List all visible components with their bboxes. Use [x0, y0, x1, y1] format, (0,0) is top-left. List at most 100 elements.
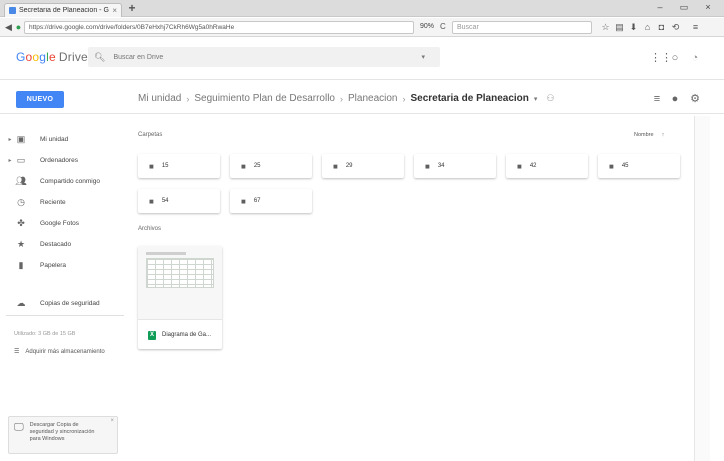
sync-icon[interactable]: ⟲ — [670, 22, 681, 33]
chevron-right-icon: › — [402, 93, 406, 104]
sidebar-item-label: Ordenadores — [40, 156, 78, 164]
google-drive-logo[interactable]: Google Drive — [16, 50, 88, 64]
search-input[interactable] — [113, 53, 414, 61]
folder-name: 15 — [161, 163, 169, 169]
sidebar-item-photos[interactable]: ✤ Google Fotos — [6, 216, 126, 230]
secure-lock-icon: ● — [15, 22, 22, 32]
recent-icon: ◷ — [17, 197, 25, 207]
notifications-icon[interactable]: ○ — [668, 52, 682, 64]
folder-name: 54 — [161, 198, 169, 204]
download-icon[interactable]: ⬇ — [628, 22, 639, 33]
tab-close-icon[interactable]: × — [112, 6, 117, 15]
folder-item[interactable]: ■ 29 — [322, 154, 404, 178]
folder-icon: ■ — [149, 161, 154, 171]
sidebar-item-label: Compartido conmigo — [40, 177, 100, 185]
photos-icon: ✤ — [17, 218, 25, 228]
folder-item[interactable]: ■ 54 — [138, 189, 220, 213]
folder-item[interactable]: ■ 25 — [230, 154, 312, 178]
sidebar-item-label: Mi unidad — [40, 135, 69, 143]
menu-icon[interactable]: ≡ — [690, 22, 701, 33]
sidebar-item-shared[interactable]: 👥︎ Compartido conmigo — [6, 174, 126, 188]
sort-arrow-icon[interactable]: ↑ — [662, 132, 665, 138]
folder-item[interactable]: ■ 34 — [414, 154, 496, 178]
search-options-icon[interactable]: ▾ — [421, 53, 425, 61]
star-icon[interactable]: ☆ — [600, 22, 611, 33]
shared-icon: 👥︎ — [15, 176, 27, 186]
backup-sync-promo[interactable]: 🖵 Descargar Copia de seguridad y sincron… — [8, 416, 118, 454]
shared-folder-icon: ⚇ — [546, 93, 555, 103]
breadcrumb-item[interactable]: Mi unidad — [138, 93, 181, 104]
drive-icon: ▣ — [16, 134, 26, 144]
sidebar: ▸ ▣ Mi unidad ▸ ▭ Ordenadores 👥︎ Compart… — [0, 116, 128, 461]
breadcrumb: Mi unidad › Seguimiento Plan de Desarrol… — [138, 93, 554, 104]
url-bar[interactable]: https://drive.google.com/drive/folders/0… — [24, 21, 414, 34]
promo-text: Descargar Copia de seguridad y sincroniz… — [29, 422, 95, 442]
minimize-icon[interactable]: – — [652, 2, 668, 12]
folder-icon: ■ — [333, 161, 338, 171]
file-thumbnail — [138, 246, 222, 320]
chevron-right-icon: › — [186, 93, 190, 104]
storage-icon: ☰ — [14, 349, 20, 355]
drive-toolbar: NUEVO Mi unidad › Seguimiento Plan de De… — [0, 86, 724, 114]
file-footer: X Diagrama de Ga... — [138, 322, 222, 348]
file-name: Diagrama de Ga... — [162, 332, 212, 338]
drive-search-box[interactable]: 🔍︎ ▾ — [88, 47, 440, 67]
sidebar-item-recent[interactable]: ◷ Reciente — [6, 195, 126, 209]
folder-icon: ■ — [425, 161, 430, 171]
sort-control[interactable]: Nombre ↑ — [634, 132, 664, 138]
folder-item[interactable]: ■ 67 — [230, 189, 312, 213]
sidebar-item-computers[interactable]: ▸ ▭ Ordenadores — [6, 153, 126, 167]
breadcrumb-item[interactable]: Seguimiento Plan de Desarrollo — [194, 93, 335, 104]
backup-icon: ☁ — [16, 298, 26, 308]
new-button[interactable]: NUEVO — [16, 91, 64, 108]
sidebar-item-backups[interactable]: ☁ Copias de seguridad — [6, 296, 126, 310]
sidebar-item-trash[interactable]: ▮ Papelera — [6, 258, 126, 272]
expand-icon[interactable]: ▸ — [6, 136, 14, 143]
starred-icon: ★ — [16, 239, 26, 249]
breadcrumb-item[interactable]: Planeacion — [348, 93, 397, 104]
apps-icon[interactable]: ⋮⋮ — [650, 52, 672, 64]
browser-tab[interactable]: Secretaria de Planeacion - G × — [4, 3, 122, 17]
expand-icon[interactable]: ▸ — [6, 157, 14, 164]
chevron-down-icon[interactable]: ▾ — [534, 95, 538, 103]
upgrade-storage-link[interactable]: ☰ Adquirir más almacenamiento — [14, 348, 105, 356]
sidebar-item-starred[interactable]: ★ Destacado — [6, 237, 126, 251]
info-icon[interactable]: ● — [668, 93, 682, 105]
list-view-icon[interactable]: ≡ — [650, 93, 664, 105]
settings-icon[interactable]: ⚙ — [688, 93, 702, 105]
search-icon[interactable]: 🔍︎ — [94, 52, 105, 63]
pocket-icon[interactable]: ◘ — [656, 22, 667, 33]
breadcrumb-current[interactable]: Secretaria de Planeacion — [410, 93, 528, 104]
folder-item[interactable]: ■ 45 — [598, 154, 680, 178]
folder-item[interactable]: ■ 42 — [506, 154, 588, 178]
folder-name: 67 — [253, 198, 261, 204]
folder-name: 42 — [529, 163, 537, 169]
computer-icon: 🖵 — [14, 422, 24, 433]
main-content: Carpetas Nombre ↑ ■ 15 ■ 25 ■ 29 ■ 34 ■ … — [134, 116, 694, 461]
maximize-icon[interactable]: ▭ — [676, 2, 692, 13]
home-icon[interactable]: ⌂ — [642, 22, 653, 33]
trash-icon: ▮ — [18, 260, 24, 270]
sort-label: Nombre — [634, 132, 654, 138]
close-icon[interactable]: × — [110, 418, 114, 424]
sidebar-item-label: Reciente — [40, 198, 66, 206]
folder-icon: ■ — [609, 161, 614, 171]
close-window-icon[interactable]: × — [700, 2, 716, 12]
storage-usage: Utilizado: 3 GB de 15 GB — [14, 331, 76, 337]
folder-icon: ■ — [241, 161, 246, 171]
folder-name: 45 — [621, 163, 629, 169]
account-icon[interactable]: ◔ — [688, 52, 702, 64]
sidebar-item-my-drive[interactable]: ▸ ▣ Mi unidad — [6, 132, 126, 146]
spreadsheet-icon: X — [148, 330, 156, 340]
file-card[interactable]: X Diagrama de Ga... — [138, 246, 222, 349]
reading-list-icon[interactable]: ▤ — [614, 22, 625, 33]
scrollbar[interactable] — [694, 116, 710, 461]
reload-icon[interactable]: C — [440, 22, 446, 31]
folder-item[interactable]: ■ 15 — [138, 154, 220, 178]
computer-icon: ▭ — [16, 155, 26, 165]
new-tab-button[interactable]: + — [126, 2, 138, 14]
sidebar-item-label: Destacado — [40, 240, 72, 248]
zoom-level[interactable]: 90% — [420, 23, 434, 30]
browser-search-input[interactable]: Buscar — [452, 21, 592, 34]
sidebar-item-label: Google Fotos — [40, 219, 80, 227]
